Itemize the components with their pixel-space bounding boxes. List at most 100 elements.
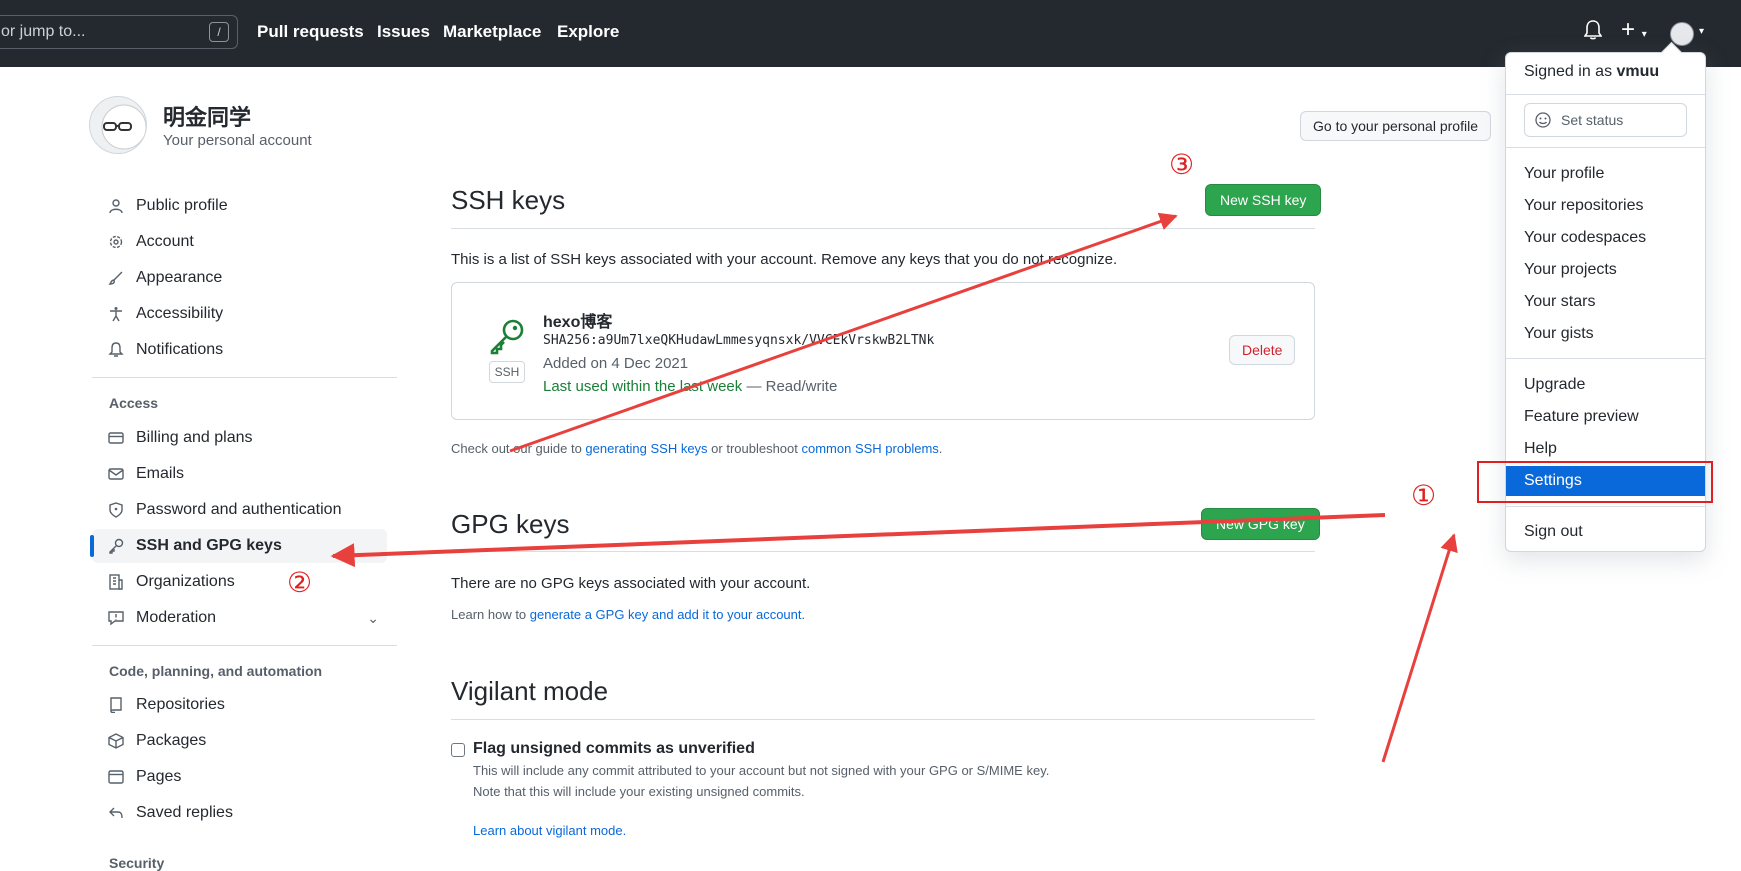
sidebar-item-account[interactable]: Account — [92, 225, 387, 259]
paintbrush-icon — [108, 271, 123, 285]
bell-icon[interactable] — [1584, 20, 1602, 40]
smiley-icon — [1535, 112, 1551, 128]
nav-issues[interactable]: Issues — [377, 22, 430, 42]
search-input[interactable]: or jump to... / — [0, 15, 238, 49]
menu-sign-out[interactable]: Sign out — [1506, 517, 1705, 547]
gpg-empty-text: There are no GPG keys associated with yo… — [451, 575, 811, 592]
chevron-down-icon[interactable]: ⌄ — [367, 601, 379, 635]
menu-upgrade[interactable]: Upgrade — [1506, 370, 1705, 400]
report-icon — [108, 611, 124, 626]
learn-vigilant-mode-link[interactable]: Learn about vigilant mode. — [473, 823, 626, 838]
go-to-profile-button[interactable]: Go to your personal profile — [1300, 111, 1491, 141]
menu-divider — [1506, 358, 1705, 359]
flag-unsigned-label[interactable]: Flag unsigned commits as unverified — [473, 740, 755, 758]
sidebar-item-label: Packages — [136, 732, 207, 749]
account-name: 明金同学 — [163, 105, 252, 130]
sidebar-item-repositories[interactable]: Repositories — [92, 688, 387, 722]
sidebar-heading-access: Access — [109, 395, 159, 411]
common-ssh-problems-link[interactable]: common SSH problems — [802, 441, 939, 456]
delete-ssh-key-button[interactable]: Delete — [1229, 335, 1296, 365]
flag-unsigned-checkbox[interactable] — [451, 743, 465, 757]
sidebar-item-password-authentication[interactable]: Password and authentication — [92, 493, 387, 527]
sidebar-item-label: Notifications — [136, 341, 224, 358]
user-avatar-button[interactable] — [1670, 22, 1694, 46]
sidebar-item-label: SSH and GPG keys — [136, 537, 282, 554]
account-avatar[interactable] — [89, 96, 147, 154]
menu-feature-preview[interactable]: Feature preview — [1506, 402, 1705, 432]
avatar-chevron-down-icon: ▾ — [1699, 26, 1705, 37]
section-divider — [451, 551, 1315, 552]
shield-icon — [109, 502, 123, 518]
sidebar-item-label: Moderation — [136, 609, 217, 626]
menu-your-profile[interactable]: Your profile — [1506, 159, 1705, 189]
access-level: — Read/write — [742, 378, 838, 395]
new-ssh-key-button[interactable]: New SSH key — [1205, 184, 1322, 216]
generate-gpg-key-link[interactable]: generate a GPG key and add it to your ac… — [530, 607, 802, 622]
set-status-label: Set status — [1561, 112, 1624, 128]
account-subtitle: Your personal account — [163, 132, 312, 149]
sidebar-item-label: Account — [136, 233, 194, 250]
annotation-highlight-box — [1477, 461, 1713, 503]
sidebar-item-billing[interactable]: Billing and plans — [92, 421, 387, 455]
sidebar-item-moderation[interactable]: Moderation ⌄ — [92, 601, 387, 635]
sidebar-divider — [92, 645, 397, 646]
ssh-key-fingerprint: SHA256:a9Um7lxeQKHudawLmmesyqnsxk/VVCEkV… — [543, 333, 935, 348]
reply-icon — [109, 807, 123, 819]
sidebar-item-public-profile[interactable]: Public profile — [92, 189, 387, 223]
sidebar-item-label: Appearance — [136, 269, 223, 286]
credit-card-icon — [108, 432, 124, 444]
nav-marketplace[interactable]: Marketplace — [443, 22, 541, 42]
sidebar-item-appearance[interactable]: Appearance — [92, 261, 387, 295]
sidebar-item-emails[interactable]: Emails — [92, 457, 387, 491]
ssh-key-card: SSH hexo博客 SHA256:a9Um7lxeQKHudawLmmesyq… — [451, 282, 1315, 420]
ssh-key-last-used: Last used within the last week — Read/wr… — [543, 378, 837, 395]
guide-suffix: . — [938, 441, 943, 456]
sidebar-item-notifications[interactable]: Notifications — [92, 333, 387, 367]
username: vmuu — [1616, 63, 1660, 80]
ssh-badge: SSH — [489, 361, 525, 383]
sidebar-item-label: Repositories — [136, 696, 225, 713]
search-shortcut-key: / — [209, 22, 229, 42]
menu-divider — [1506, 506, 1705, 507]
section-divider — [451, 228, 1315, 229]
sidebar-item-organizations[interactable]: Organizations — [92, 565, 387, 599]
key-icon — [490, 319, 524, 355]
plus-icon: + — [1621, 16, 1636, 43]
sidebar-item-pages[interactable]: Pages — [92, 760, 387, 794]
sidebar-item-accessibility[interactable]: Accessibility — [92, 297, 387, 331]
nav-pull-requests[interactable]: Pull requests — [257, 22, 364, 42]
set-status-button[interactable]: Set status — [1524, 103, 1687, 137]
sidebar-item-label: Accessibility — [136, 305, 224, 322]
organization-icon — [109, 574, 123, 590]
gpg-learn-text: Learn how to generate a GPG key and add … — [451, 607, 805, 622]
menu-your-stars[interactable]: Your stars — [1506, 287, 1705, 317]
learn-suffix: . — [801, 607, 806, 622]
vigilant-note-1: This will include any commit attributed … — [473, 763, 1050, 778]
menu-your-repositories[interactable]: Your repositories — [1506, 191, 1705, 221]
menu-your-gists[interactable]: Your gists — [1506, 319, 1705, 349]
sidebar-item-ssh-gpg-keys[interactable]: SSH and GPG keys — [90, 529, 387, 563]
chevron-down-icon: ▾ — [1641, 29, 1647, 40]
sidebar-item-label: Public profile — [136, 197, 228, 214]
top-navigation-bar: or jump to... / Pull requests Issues Mar… — [0, 0, 1741, 67]
menu-your-codespaces[interactable]: Your codespaces — [1506, 223, 1705, 253]
sidebar-item-label: Pages — [136, 768, 182, 785]
menu-help[interactable]: Help — [1506, 434, 1705, 464]
sidebar-item-saved-replies[interactable]: Saved replies — [92, 796, 387, 830]
search-placeholder: or jump to... — [1, 23, 86, 40]
ssh-key-added-date: Added on 4 Dec 2021 — [543, 355, 689, 372]
ssh-keys-heading: SSH keys — [451, 185, 566, 215]
avatar-illustration — [101, 104, 146, 150]
menu-your-projects[interactable]: Your projects — [1506, 255, 1705, 285]
accessibility-icon — [110, 307, 122, 322]
new-gpg-key-button[interactable]: New GPG key — [1201, 508, 1320, 540]
browser-icon — [108, 770, 124, 784]
generating-ssh-keys-link[interactable]: generating SSH keys — [585, 441, 707, 456]
signed-in-as: Signed in as vmuu — [1524, 63, 1659, 81]
nav-explore[interactable]: Explore — [557, 22, 619, 42]
create-new-button[interactable]: + ▾ — [1621, 16, 1647, 44]
mail-icon — [108, 468, 124, 480]
last-used-text: Last used within the last week — [543, 378, 743, 395]
sidebar-heading-security: Security — [109, 855, 165, 871]
sidebar-item-packages[interactable]: Packages — [92, 724, 387, 758]
